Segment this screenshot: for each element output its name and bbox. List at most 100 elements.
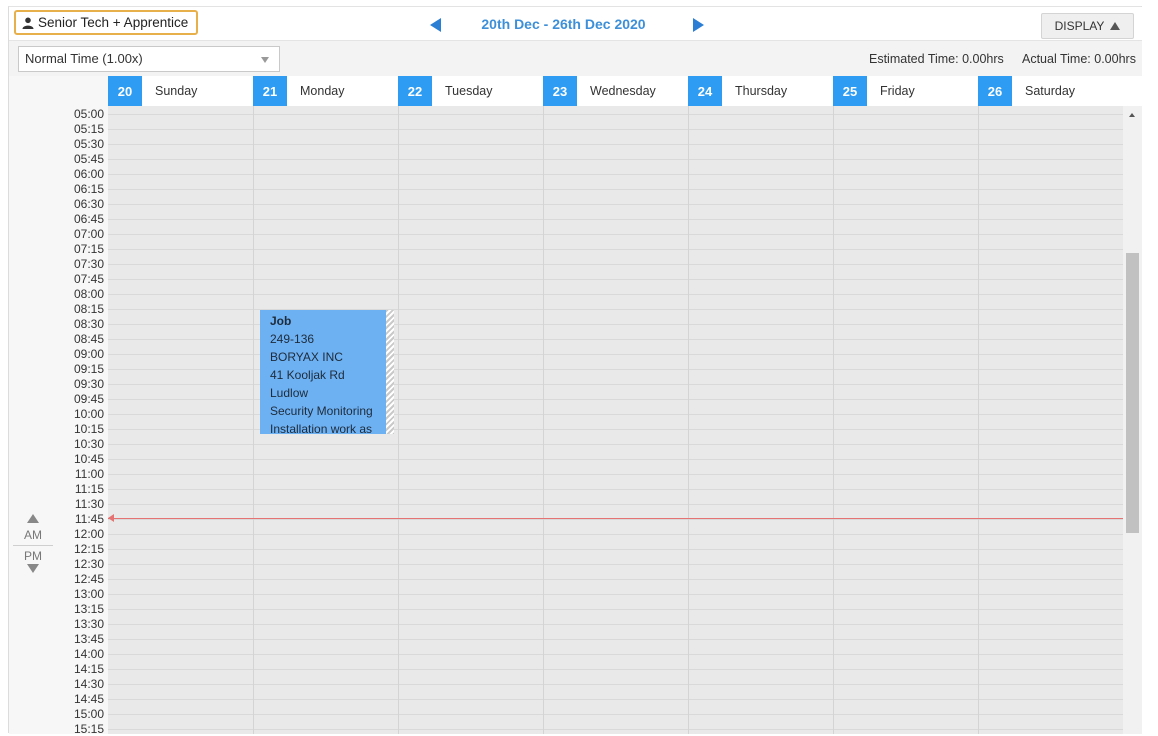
scroll-pm-arrow-icon[interactable] [27,564,39,573]
time-label: 12:30 [73,557,104,571]
grid-row-line [108,219,1123,220]
grid-row-line [108,729,1123,730]
day-header-sunday[interactable]: 20 Sunday [108,76,253,106]
job-suburb: Ludlow [270,386,309,400]
grid-row-line [108,609,1123,610]
previous-week-arrow-icon[interactable] [430,18,441,32]
time-label: 06:45 [73,212,104,226]
grid-row-line [108,534,1123,535]
grid-row-line [108,624,1123,625]
job-event[interactable]: Job 249-136 BORYAX INC 41 Kooljak Rd Lud… [260,310,386,434]
time-label: 10:15 [73,422,104,436]
next-week-arrow-icon[interactable] [693,18,704,32]
job-resize-handle[interactable] [386,310,394,434]
job-client: BORYAX INC [270,350,343,364]
time-mode-select[interactable]: Normal Time (1.00x) [18,46,280,72]
grid-row-line [108,639,1123,640]
grid-row-line [108,564,1123,565]
time-label: 14:00 [73,647,104,661]
time-label: 08:45 [73,332,104,346]
grid-row-line [108,654,1123,655]
time-label: 10:30 [73,437,104,451]
scroll-up-arrow-icon[interactable] [1129,113,1135,117]
time-label: 13:15 [73,602,104,616]
grid-row-line [108,234,1123,235]
grid-row-line [108,684,1123,685]
display-button[interactable]: DISPLAY [1041,13,1134,39]
day-number: 23 [543,76,577,106]
grid-row-line [108,174,1123,175]
grid-row-line [108,294,1123,295]
pm-label[interactable]: PM [17,548,49,564]
grid-row-line [108,264,1123,265]
time-label: 05:45 [73,152,104,166]
grid-row-line [108,504,1123,505]
time-label: 06:00 [73,167,104,181]
job-description: Installation work as [270,422,373,434]
time-label: 12:15 [73,542,104,556]
vertical-scrollbar[interactable] [1123,106,1142,734]
time-label: 13:45 [73,632,104,646]
day-header-thursday[interactable]: 24 Thursday [688,76,833,106]
time-label: 12:45 [73,572,104,586]
day-name: Sunday [155,84,198,98]
day-name: Tuesday [445,84,493,98]
day-header-monday[interactable]: 21 Monday [253,76,398,106]
day-header-friday[interactable]: 25 Friday [833,76,978,106]
time-label: 09:15 [73,362,104,376]
time-label: 15:00 [73,707,104,721]
time-label: 07:30 [73,257,104,271]
am-pm-switcher: AM PM [13,514,53,573]
time-label: 13:30 [73,617,104,631]
top-toolbar: Senior Tech + Apprentice 20th Dec - 26th… [9,7,1142,40]
grid-row-line [108,549,1123,550]
grid-row-line [108,519,1123,520]
time-label: 13:00 [73,587,104,601]
user-icon [22,17,34,29]
time-label: 14:15 [73,662,104,676]
grid-row-line [108,204,1123,205]
time-label: 05:15 [73,122,104,136]
grid-row-line [108,579,1123,580]
day-header-row: 20 Sunday 21 Monday 22 Tuesday 23 Wednesday 24 Th… [108,76,1142,106]
job-address: 41 Kooljak Rd [270,368,345,382]
day-name: Saturday [1025,84,1076,98]
grid-row-line [108,474,1123,475]
grid-row-line [108,594,1123,595]
day-number: 22 [398,76,432,106]
caret-up-icon [1110,22,1121,30]
day-header-tuesday[interactable]: 22 Tuesday [398,76,543,106]
grid-column-line [543,106,544,734]
time-label: 10:00 [73,407,104,421]
am-pm-divider [13,545,53,546]
time-label: 07:00 [73,227,104,241]
day-number: 26 [978,76,1012,106]
day-header-saturday[interactable]: 26 Saturday [978,76,1123,106]
scrollbar-thumb[interactable] [1126,253,1139,533]
time-label: 11:30 [74,497,104,511]
day-header-wednesday[interactable]: 23 Wednesday [543,76,688,106]
time-label: 08:15 [73,302,104,316]
grid-column-line [398,106,399,734]
time-label: 06:30 [73,197,104,211]
resource-selector-button[interactable]: Senior Tech + Apprentice [14,10,199,35]
actual-time: Actual Time: 0.00hrs [1022,52,1136,66]
grid-column-line [833,106,834,734]
grid-column-line [978,106,979,734]
time-label: 14:45 [73,692,104,706]
time-label: 08:00 [73,287,104,301]
day-name: Friday [880,84,915,98]
current-time-arrow-icon [108,514,114,522]
am-label[interactable]: AM [17,527,49,543]
time-label: 06:15 [73,182,104,196]
chevron-down-icon [261,57,269,63]
day-name: Wednesday [590,84,656,98]
grid-row-line [108,159,1123,160]
time-toolbar: Normal Time (1.00x) Estimated Time: 0.00… [9,40,1142,76]
time-label: 08:30 [73,317,104,331]
time-axis: 05:00 05:15 05:30 05:45 06:00 06:15 06:30 06:45… [9,106,108,736]
calendar-grid[interactable]: Job 249-136 BORYAX INC 41 Kooljak Rd Lud… [108,106,1123,734]
display-label: DISPLAY [1054,19,1105,33]
day-number: 25 [833,76,867,106]
scroll-am-arrow-icon[interactable] [27,514,39,523]
